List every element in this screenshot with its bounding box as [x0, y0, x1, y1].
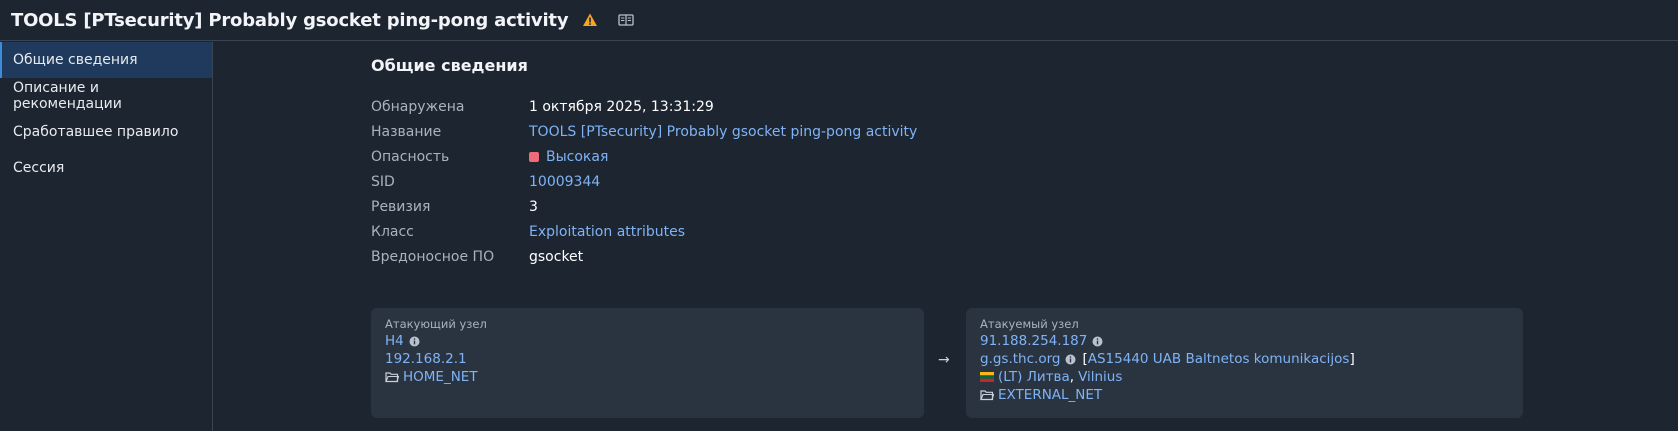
prop-label: Вредоносное ПО [371, 248, 495, 265]
attacker-host-line: H4 [385, 332, 910, 350]
sidebar-item-label: Общие сведения [13, 52, 138, 68]
sidebar-item-triggered-rule[interactable]: Сработавшее правило [0, 114, 212, 150]
target-location-line: (LT) Литва , Vilnius [980, 368, 1509, 386]
info-icon[interactable] [1092, 336, 1103, 347]
target-network-line: EXTERNAL_NET [980, 386, 1509, 404]
page-header: TOOLS [PTsecurity] Probably gsocket ping… [0, 0, 1678, 41]
attacker-network-line: HOME_NET [385, 368, 910, 386]
name-link[interactable]: TOOLS [PTsecurity] Probably gsocket ping… [529, 124, 917, 140]
malware-value: gsocket [529, 248, 584, 265]
location-separator: , [1069, 369, 1075, 385]
target-ip-line: 91.188.254.187 [980, 332, 1509, 350]
page-title: TOOLS [PTsecurity] Probably gsocket ping… [11, 9, 569, 31]
target-domain-line: g.gs.thc.org [ AS15440 UAB Baltnetos kom… [980, 350, 1509, 368]
as-info-link[interactable]: AS15440 UAB Baltnetos komunikacijos [1088, 350, 1350, 368]
properties-list: Обнаружена 1 октября 2025, 13:31:29 Назв… [371, 94, 917, 269]
sid-link[interactable]: 10009344 [529, 174, 600, 190]
prop-label: Класс [371, 223, 414, 240]
info-icon[interactable] [1065, 354, 1076, 365]
attacker-ip-line: 192.168.2.1 [385, 350, 910, 368]
attacker-label: Атакующий узел [385, 317, 487, 331]
prop-row-severity: Опасность Высокая [371, 144, 917, 169]
sidebar-item-label: Сессия [13, 160, 65, 176]
book-icon[interactable] [618, 13, 635, 27]
severity-link[interactable]: Высокая [546, 149, 608, 165]
prop-label: Ревизия [371, 198, 431, 215]
sidebar-item-description[interactable]: Описание и рекомендации [0, 78, 212, 114]
target-label: Атакуемый узел [980, 317, 1079, 331]
target-card: Атакуемый узел 91.188.254.187 g.gs.thc.o… [966, 308, 1523, 418]
sidebar-item-general-info[interactable]: Общие сведения [0, 42, 212, 78]
sidebar-nav: Общие сведения Описание и рекомендации С… [0, 42, 213, 431]
section-title: Общие сведения [371, 56, 528, 75]
attacker-ip-link[interactable]: 192.168.2.1 [385, 350, 467, 368]
prop-row-malware: Вредоносное ПО gsocket [371, 244, 917, 269]
country-link[interactable]: (LT) Литва [998, 368, 1070, 386]
as-close-bracket: ] [1349, 351, 1355, 367]
prop-label: SID [371, 173, 395, 190]
prop-label: Название [371, 123, 442, 140]
target-ip-link[interactable]: 91.188.254.187 [980, 332, 1087, 350]
attacker-card: Атакующий узел H4 192.168.2.1 HOME_NET [371, 308, 924, 418]
class-link[interactable]: Exploitation attributes [529, 224, 685, 240]
prop-label: Опасность [371, 148, 450, 165]
attacker-host-link[interactable]: H4 [385, 332, 404, 350]
prop-row-detected: Обнаружена 1 октября 2025, 13:31:29 [371, 94, 917, 119]
folder-icon [385, 371, 399, 383]
target-domain-link[interactable]: g.gs.thc.org [980, 350, 1060, 368]
prop-row-sid: SID 10009344 [371, 169, 917, 194]
prop-row-class: Класс Exploitation attributes [371, 219, 917, 244]
severity-value: Высокая [529, 149, 608, 165]
lithuania-flag-icon [980, 372, 994, 382]
attacker-network-link[interactable]: HOME_NET [403, 368, 478, 386]
folder-icon [980, 389, 994, 401]
target-network-link[interactable]: EXTERNAL_NET [998, 386, 1102, 404]
detected-value: 1 октября 2025, 13:31:29 [529, 98, 714, 115]
sidebar-item-label: Сработавшее правило [13, 124, 179, 140]
direction-arrow: → [938, 352, 950, 368]
severity-indicator [529, 151, 539, 162]
prop-row-name: Название TOOLS [PTsecurity] Probably gso… [371, 119, 917, 144]
info-icon[interactable] [409, 336, 420, 347]
city-link[interactable]: Vilnius [1078, 368, 1122, 386]
sidebar-item-label: Описание и рекомендации [13, 80, 122, 112]
prop-row-revision: Ревизия 3 [371, 194, 917, 219]
prop-label: Обнаружена [371, 98, 465, 115]
warning-icon[interactable] [582, 12, 598, 28]
revision-value: 3 [529, 198, 538, 215]
sidebar-item-session[interactable]: Сессия [0, 150, 212, 186]
